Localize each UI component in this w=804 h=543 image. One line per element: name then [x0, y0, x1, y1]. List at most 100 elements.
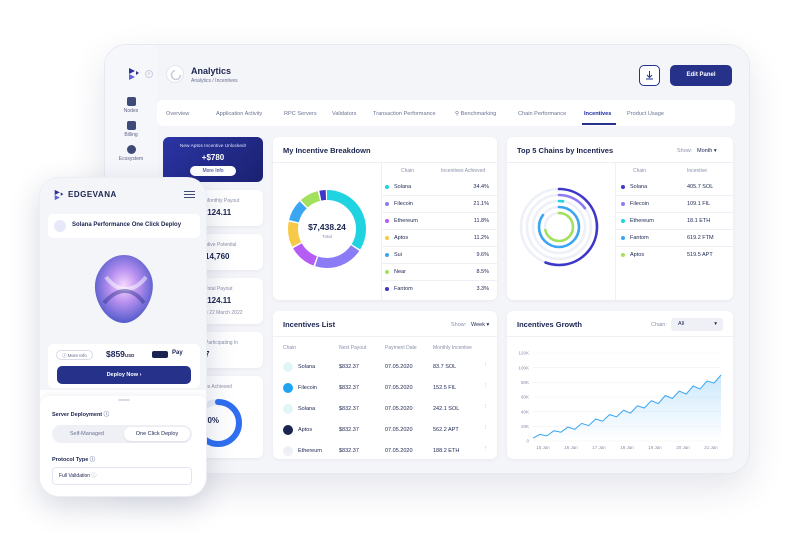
radial-track [531, 199, 587, 255]
solana-icon [54, 220, 66, 232]
apple-pay-label[interactable]: Pay [172, 350, 183, 356]
breakdown-col-chain: Chain [401, 168, 415, 174]
incentives-list-title: Incentives List [283, 320, 336, 329]
table-row[interactable]: Aptos $832.37 07.05.2020 562.2 APT ⋮ [283, 425, 489, 437]
nodes-icon [126, 97, 136, 106]
analytics-loader-icon [166, 65, 184, 83]
table-row[interactable]: Ethereum $832.37 07.05.2020 188.2 ETH ⋮ [283, 446, 489, 458]
list-period-select[interactable]: Week ▾ [471, 322, 489, 328]
top5-row: Ethereum 18.1 ETH [621, 218, 725, 224]
row-more-icon[interactable]: ⋮ [483, 404, 489, 410]
chain-color-dot [385, 235, 389, 240]
y-tick-label: 100K [518, 365, 529, 370]
tab-rpc-servers[interactable]: RPC Servers [284, 111, 317, 117]
chevron-right-icon: › [139, 372, 142, 378]
tab-application-activity[interactable]: Application Activity [216, 111, 262, 117]
chain-color-dot [621, 235, 625, 240]
download-button[interactable] [639, 65, 660, 86]
incentives-list-card: Incentives List Show: Week ▾ Chain Next … [273, 311, 497, 459]
active-tab-indicator [582, 123, 616, 125]
tab-validators[interactable]: Validators [332, 111, 356, 117]
top5-row: Solana 405.7 SOL [621, 184, 725, 190]
row-more-icon[interactable]: ⋮ [483, 362, 489, 368]
chain-color-dot [385, 252, 389, 257]
server-deployment-label: Server Deployment ⓘ [52, 412, 110, 418]
x-tick-label: 18 Jan [620, 445, 634, 450]
promo-value: +$780 [201, 153, 225, 162]
pay-badge [152, 351, 168, 358]
tab-transaction-performance[interactable]: Transaction Performance [373, 111, 436, 117]
row-more-icon[interactable]: ⋮ [483, 446, 489, 452]
growth-area-chart: 0 20K 40K 60K 80K 100K 120K 15 Jan 16 Jan 17 Jan 1… [518, 351, 722, 450]
table-row[interactable]: Solana $832.37 07.05.2020 83.7 SOL ⋮ [283, 362, 489, 374]
growth-chain-select[interactable]: All ▾ [671, 318, 723, 331]
x-tick-label: 21 Jan [704, 445, 718, 450]
x-tick-label: 16 Jan [564, 445, 578, 450]
sidebar-item-billing[interactable]: Billing [105, 121, 157, 138]
list-header-monthly-incentive[interactable]: Monthly Incentive [433, 345, 472, 351]
segment-one-click-deploy[interactable]: One Click Deploy [124, 427, 190, 441]
breakdown-row: Fantom 3.3% [385, 286, 489, 292]
deploy-title: Solana Performance One Click Deploy [72, 222, 182, 228]
growth-card: Incentives Growth Chain: All ▾ 0 20K 40K 60K… [507, 311, 733, 459]
tab-chain-performance[interactable]: Chain Performance [518, 111, 566, 117]
chevron-down-icon: ▾ [486, 322, 490, 328]
table-row[interactable]: Filecoin $832.37 07.05.2020 152.5 FIL ⋮ [283, 383, 489, 395]
list-header-chain[interactable]: Chain [283, 345, 296, 351]
row-more-icon[interactable]: ⋮ [483, 383, 489, 389]
collapse-chevron-icon[interactable]: › [145, 70, 153, 78]
tab-benchmarking[interactable]: ⚲ Benchmarking [455, 111, 496, 117]
breakdown-row: Filecoin 21.1% [385, 201, 489, 207]
chain-color-dot [621, 201, 625, 206]
chain-color-dot [385, 201, 389, 206]
chevron-down-icon: ▾ [714, 321, 717, 327]
list-header-next-payout[interactable]: Next Payout [339, 345, 366, 351]
y-tick-label: 0 [526, 439, 529, 444]
brand-logo-icon[interactable] [127, 67, 141, 81]
list-header-payment-date[interactable]: Payment Date [385, 345, 417, 351]
growth-area-fill [533, 375, 721, 441]
segment-self-managed[interactable]: Self-Managed [54, 427, 120, 441]
tab-overview[interactable]: Overview [166, 111, 189, 117]
info-icon: ⓘ [91, 473, 97, 479]
promo-more-info-button[interactable]: More Info [190, 166, 236, 176]
x-tick-label: 19 Jan [648, 445, 662, 450]
tab-product-usage[interactable]: Product Usage [627, 111, 664, 117]
more-info-button[interactable]: ⓘ More Info [56, 350, 93, 360]
top5-period-select[interactable]: Month ▾ [697, 148, 717, 154]
edit-panel-button[interactable]: Edit Panel [670, 65, 732, 86]
price-value: $859USD [106, 349, 135, 359]
protocol-type-select[interactable]: Full Validation ⓘ [52, 467, 192, 485]
donut-center-value: $7,438.24 [308, 222, 346, 232]
breakdown-row: Ethereum 11.8% [385, 218, 489, 224]
sidebar-item-ecosystem[interactable]: Ecosystem [105, 145, 157, 162]
solana-icon [283, 404, 293, 414]
page-title: Analytics [191, 66, 232, 76]
main-area: Analytics Analytics / Incentives Edit Pa… [157, 45, 749, 473]
deploy-now-button[interactable]: Deploy Now › [57, 366, 191, 384]
sidebar-item-nodes[interactable]: Nodes [105, 97, 157, 114]
hamburger-menu-icon[interactable] [184, 191, 195, 198]
sheet-handle[interactable] [118, 399, 130, 401]
promo-card: New Aptos Incentive Unlocked! +$780 More… [163, 137, 263, 182]
edgevana-logo-icon[interactable] [53, 188, 65, 201]
hero-3d-shape [90, 253, 158, 327]
top5-col-incentive: Incentive [687, 168, 708, 174]
donut-center-label: Total [322, 234, 332, 239]
y-tick-label: 60K [521, 395, 529, 400]
table-row[interactable]: Solana $832.37 07.05.2020 242.1 SOL ⋮ [283, 404, 489, 416]
chain-color-dot [621, 184, 625, 189]
chain-color-dot [385, 286, 389, 291]
top5-title: Top 5 Chains by Incentives [517, 146, 614, 155]
top5-radial-chart [519, 187, 599, 267]
aptos-icon [283, 425, 293, 435]
tab-incentives[interactable]: Incentives [584, 111, 611, 117]
chain-color-dot [621, 218, 625, 223]
top5-row: Aptos 519.5 APT [621, 252, 725, 258]
x-tick-label: 20 Jan [676, 445, 690, 450]
row-more-icon[interactable]: ⋮ [483, 425, 489, 431]
info-icon: ⓘ [89, 457, 96, 463]
chain-color-dot [385, 218, 389, 223]
top5-col-chain: Chain [633, 168, 647, 174]
breadcrumb: Analytics / Incentives [191, 78, 238, 84]
